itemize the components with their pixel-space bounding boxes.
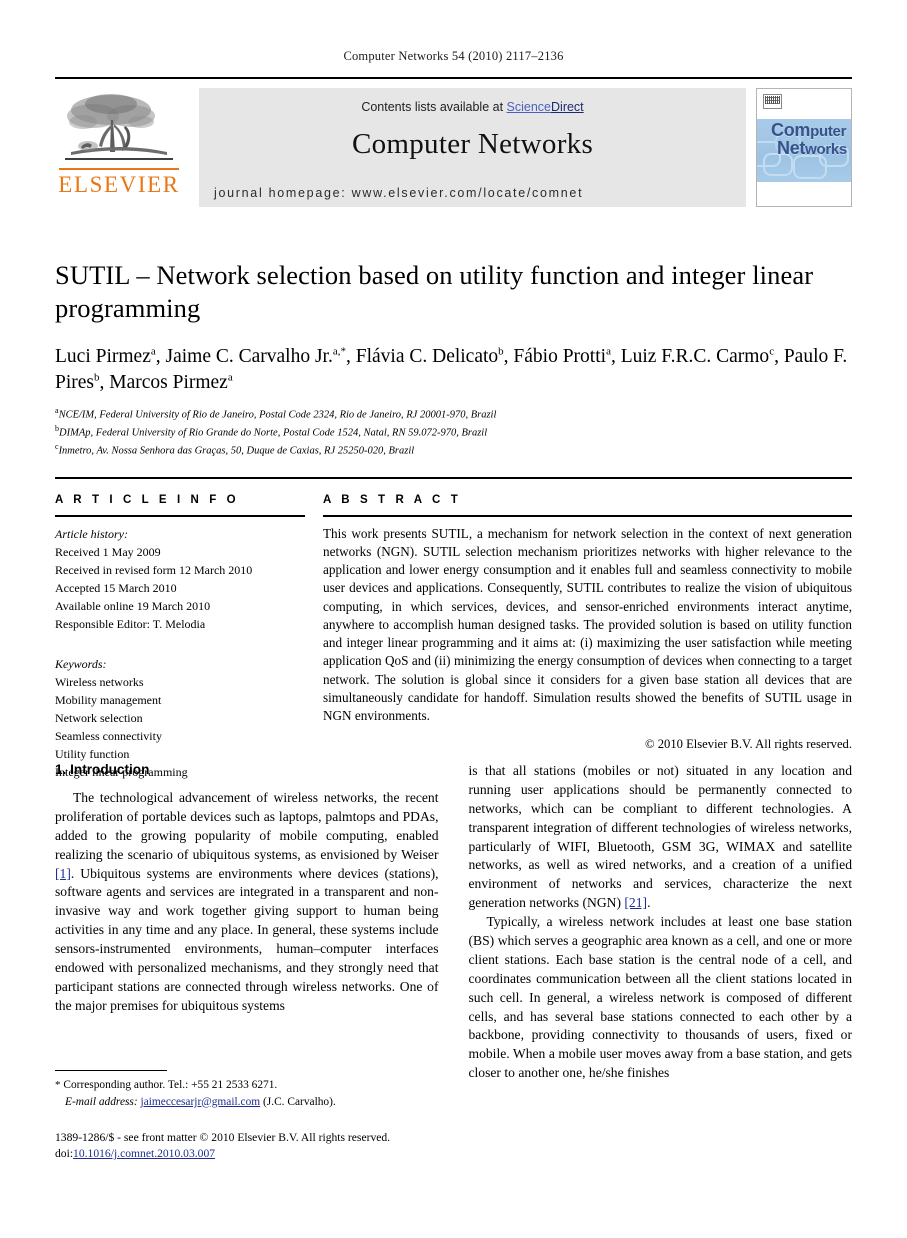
article-info-column: A R T I C L E I N F O Article history: R…: [55, 494, 305, 781]
email-link[interactable]: jaimeccesarjr@gmail.com: [141, 1096, 261, 1108]
paragraph-text: The technological advancement of wireles…: [55, 790, 439, 862]
abstract-text: This work presents SUTIL, a mechanism fo…: [323, 525, 852, 724]
keyword-item: Wireless networks: [55, 674, 144, 689]
citation-link[interactable]: [1]: [55, 866, 71, 881]
cover-title: Computer Networks: [771, 120, 847, 158]
citation-link[interactable]: [21]: [624, 895, 647, 910]
article-page: Computer Networks 54 (2010) 2117–2136 EL…: [0, 0, 907, 1238]
body-column-left: 1. Introduction The technological advanc…: [55, 762, 439, 1160]
doi-line: doi:10.1016/j.comnet.2010.03.007: [55, 1146, 441, 1162]
paragraph-text: is that all stations (mobiles or not) si…: [468, 763, 853, 911]
keyword-item: Seamless connectivity: [55, 728, 162, 743]
footnote-divider: [55, 1070, 167, 1071]
abstract-column: A B S T R A C T This work presents SUTIL…: [323, 494, 852, 781]
corresponding-author-text: Corresponding author. Tel.: +55 21 2533 …: [63, 1079, 278, 1091]
abstract-heading: A B S T R A C T: [323, 493, 462, 506]
keyword-item: Mobility management: [55, 692, 162, 707]
history-item: Available online 19 March 2010: [55, 598, 211, 613]
footnote-marker: *: [55, 1079, 61, 1091]
author-list: Luci Pirmeza, Jaime C. Carvalho Jr.a,*, …: [55, 344, 852, 396]
paragraph-text: .: [647, 895, 651, 911]
elsevier-wordmark: ELSEVIER: [58, 172, 180, 197]
history-item: Received in revised form 12 March 2010: [55, 562, 253, 577]
keywords-label: Keywords:: [55, 656, 107, 671]
email-owner: (J.C. Carvalho).: [263, 1095, 336, 1108]
section-heading-introduction: 1. Introduction: [55, 762, 150, 777]
body-columns: 1. Introduction The technological advanc…: [55, 762, 853, 1160]
email-label: E-mail address:: [65, 1095, 138, 1108]
elsevier-underline: [59, 168, 179, 170]
history-item: Responsible Editor: T. Melodia: [55, 616, 206, 631]
elsevier-mark-icon: [763, 94, 782, 109]
journal-title: Computer Networks: [351, 128, 594, 160]
paragraph: The technological advancement of wireles…: [55, 789, 439, 1016]
journal-homepage[interactable]: journal homepage: www.elsevier.com/locat…: [214, 186, 583, 200]
author-item: Marcos Pirmeza: [109, 371, 233, 393]
journal-header-box: Contents lists available at ScienceDirec…: [199, 88, 746, 207]
section-divider: [55, 476, 852, 479]
paragraph-text: . Ubiquitous systems are environments wh…: [55, 865, 439, 1013]
elsevier-tree-icon: [65, 94, 173, 160]
doi-label: doi:: [55, 1147, 74, 1161]
contents-available-line: Contents lists available at ScienceDirec…: [199, 88, 746, 114]
affiliation-list: aNCE/IM, Federal University of Rio de Ja…: [55, 405, 852, 459]
author-item: Jaime C. Carvalho Jr.a,*,: [165, 345, 356, 367]
contents-prefix: Contents lists available at: [361, 100, 507, 114]
corresponding-author-note: * Corresponding author. Tel.: +55 21 253…: [55, 1077, 441, 1110]
abstract-rule: [323, 514, 852, 517]
page-title: SUTIL – Network selection based on utili…: [55, 260, 814, 324]
copyright-line: © 2010 Elsevier B.V. All rights reserved…: [645, 736, 852, 751]
footnote-area: * Corresponding author. Tel.: +55 21 253…: [55, 1070, 441, 1162]
paragraph: is that all stations (mobiles or not) si…: [469, 762, 853, 913]
doi-link[interactable]: 10.1016/j.comnet.2010.03.007: [73, 1147, 215, 1160]
journal-masthead: ELSEVIER Contents lists available at Sci…: [55, 77, 852, 212]
journal-cover-thumbnail[interactable]: Computer Networks: [756, 88, 852, 207]
history-item: Received 1 May 2009: [55, 544, 161, 559]
affiliation-item: aNCE/IM, Federal University of Rio de Ja…: [55, 405, 497, 421]
elsevier-logo: ELSEVIER: [55, 88, 183, 196]
cover-artwork: Computer Networks: [757, 119, 851, 182]
affiliation-item: bDIMAp, Federal University of Rio Grande…: [55, 423, 488, 439]
author-item: Luiz F.R.C. Carmoc,: [620, 345, 784, 367]
article-history-label: Article history:: [55, 526, 128, 541]
author-item: Fábio Prottia,: [513, 345, 621, 367]
paragraph: Typically, a wireless network includes a…: [468, 914, 853, 1081]
imprint-block: 1389-1286/$ - see front matter © 2010 El…: [55, 1130, 441, 1162]
sciencedirect-link-part2[interactable]: Direct: [551, 100, 584, 114]
article-info-heading: A R T I C L E I N F O: [55, 493, 240, 506]
keyword-item: Network selection: [55, 710, 143, 725]
affiliation-item: cInmetro, Av. Nossa Senhora das Graças, …: [55, 441, 415, 457]
info-abstract-band: A R T I C L E I N F O Article history: R…: [55, 494, 852, 781]
article-info-rule: [55, 514, 305, 517]
keyword-item: Utility function: [55, 746, 130, 761]
imprint-line: 1389-1286/$ - see front matter © 2010 El…: [55, 1130, 391, 1144]
article-history-list: Received 1 May 2009 Received in revised …: [55, 543, 305, 633]
running-head: Computer Networks 54 (2010) 2117–2136: [343, 49, 564, 63]
body-column-right: is that all stations (mobiles or not) si…: [469, 762, 853, 1083]
sciencedirect-link-part1[interactable]: Science: [507, 100, 551, 114]
history-item: Accepted 15 March 2010: [55, 580, 177, 595]
author-item: Flávia C. Delicatob,: [355, 345, 514, 367]
author-item: Luci Pirmeza,: [55, 345, 166, 367]
